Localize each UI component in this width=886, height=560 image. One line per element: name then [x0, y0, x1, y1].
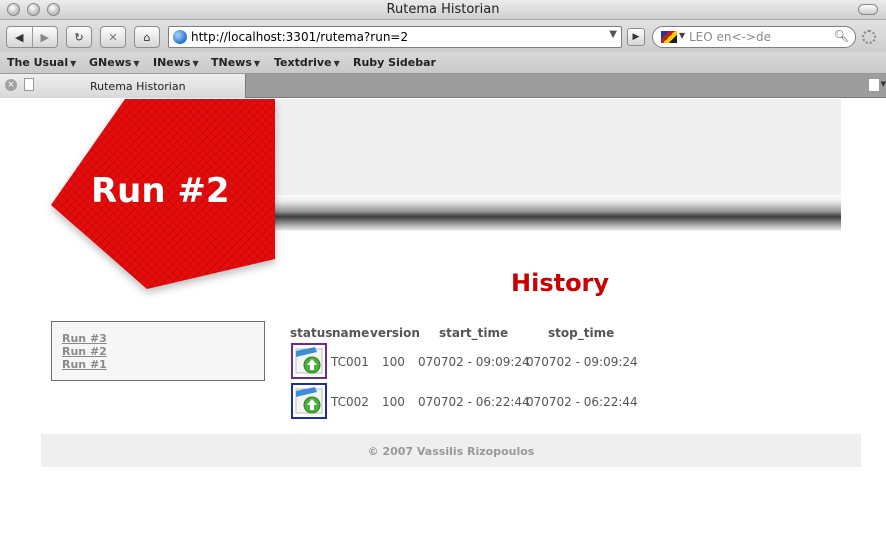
bookmarks-bar: The Usual ▼ GNews ▼ INews ▼ TNews ▼ Textdriv…	[0, 52, 886, 74]
address-bar[interactable]: http://localhost:3301/rutema?run=2 ▼	[168, 26, 622, 48]
bookmark-textdrive[interactable]: Textdrive ▼	[274, 56, 340, 69]
dropdown-arrow-icon: ▼	[70, 59, 77, 68]
section-title: History	[511, 269, 610, 297]
header-bar	[275, 195, 841, 231]
status-ok-graphic	[295, 387, 323, 414]
column-header-name: name	[332, 326, 370, 340]
dropdown-arrow-icon: ▼	[133, 59, 140, 68]
reload-button[interactable]: ↻	[66, 26, 92, 48]
reload-icon: ↻	[74, 30, 84, 44]
run-link-1[interactable]: Run #1	[62, 358, 107, 371]
search-field[interactable]: ▼ LEO en<->de 🔍︎	[652, 26, 856, 48]
dropdown-arrow-icon: ▼	[253, 59, 261, 68]
row-1-stop-time: 070702 - 09:09:24	[526, 355, 638, 369]
row-1-start-time: 070702 - 09:09:24	[418, 355, 530, 369]
column-header-status: status	[290, 326, 333, 340]
flag-icon	[661, 31, 677, 43]
back-icon[interactable]: ◀	[7, 31, 32, 44]
close-tab-icon[interactable]: ×	[5, 79, 17, 91]
dropdown-arrow-icon: ▼	[192, 59, 199, 68]
bookmark-label: TNews	[211, 56, 252, 69]
run-link-2[interactable]: Run #2	[62, 345, 107, 358]
stop-icon: ✕	[108, 30, 118, 44]
row-2-version: 100	[382, 395, 405, 409]
bookmark-label: Ruby Sidebar	[353, 56, 436, 69]
web-page: Run #2 History Run #3 Run #2 Run #1 stat…	[0, 99, 886, 560]
forward-icon[interactable]: ▶	[32, 31, 57, 44]
stop-button[interactable]: ✕	[100, 26, 126, 48]
page-footer: © 2007 Vassilis Rizopoulos	[41, 434, 861, 467]
new-tab-page-icon[interactable]	[868, 78, 880, 92]
toolbar-toggle-button[interactable]	[858, 4, 878, 15]
column-header-start-time: start_time	[439, 326, 509, 340]
header-background	[275, 99, 841, 195]
bookmark-inews[interactable]: INews ▼	[153, 56, 199, 69]
loading-spinner-icon	[862, 30, 876, 44]
search-icon[interactable]: 🔍︎	[834, 29, 849, 43]
row-2-name: TC002	[331, 395, 369, 409]
back-forward-buttons: ◀ ▶	[6, 26, 58, 48]
tab-rutema-historian[interactable]: × Rutema Historian	[0, 74, 246, 98]
row-1-version: 100	[382, 355, 405, 369]
search-placeholder[interactable]: LEO en<->de	[689, 30, 771, 44]
bookmark-label: The Usual	[7, 56, 69, 69]
page-header: Run #2	[41, 99, 841, 309]
bookmark-gnews[interactable]: GNews ▼	[89, 56, 140, 69]
status-ok-icon[interactable]	[291, 383, 327, 419]
bookmark-label: INews	[153, 56, 191, 69]
bookmark-tnews[interactable]: TNews ▼	[211, 56, 260, 69]
url-text[interactable]: http://localhost:3301/rutema?run=2	[191, 30, 408, 44]
window-titlebar: Rutema Historian	[0, 0, 886, 20]
globe-icon	[173, 30, 187, 44]
history-dropdown-icon[interactable]: ▼	[609, 29, 617, 40]
row-1-name: TC001	[331, 355, 369, 369]
run-title: Run #2	[91, 171, 230, 211]
go-button[interactable]: ▶	[627, 28, 645, 46]
tab-bar: × Rutema Historian ▼	[0, 74, 886, 98]
status-ok-graphic	[295, 347, 323, 374]
bookmark-label: GNews	[89, 56, 132, 69]
home-icon: ⌂	[143, 30, 151, 44]
column-header-stop-time: stop_time	[548, 326, 615, 340]
row-2-start-time: 070702 - 06:22:44	[418, 395, 530, 409]
tab-menu-arrow-icon[interactable]: ▼	[881, 80, 886, 88]
status-ok-icon[interactable]	[291, 343, 327, 379]
copyright-text: © 2007 Vassilis Rizopoulos	[367, 445, 535, 458]
bookmark-the-usual[interactable]: The Usual ▼	[7, 56, 76, 69]
run-link-3[interactable]: Run #3	[62, 332, 107, 345]
column-header-version: version	[370, 326, 420, 340]
home-button[interactable]: ⌂	[134, 26, 160, 48]
dropdown-arrow-icon: ▼	[333, 59, 340, 68]
run-list-sidebar: Run #3 Run #2 Run #1	[51, 321, 265, 381]
bookmark-label: Textdrive	[274, 56, 332, 69]
window-title: Rutema Historian	[386, 2, 500, 17]
tab-label: Rutema Historian	[90, 80, 186, 93]
search-engine-dropdown-icon[interactable]: ▼	[679, 31, 685, 40]
row-2-stop-time: 070702 - 06:22:44	[526, 395, 638, 409]
page-icon	[24, 78, 34, 91]
browser-toolbar: ◀ ▶ ↻ ✕ ⌂ http://localhost:3301/rutema?r…	[0, 20, 886, 52]
bookmark-ruby-sidebar[interactable]: Ruby Sidebar	[353, 56, 436, 69]
